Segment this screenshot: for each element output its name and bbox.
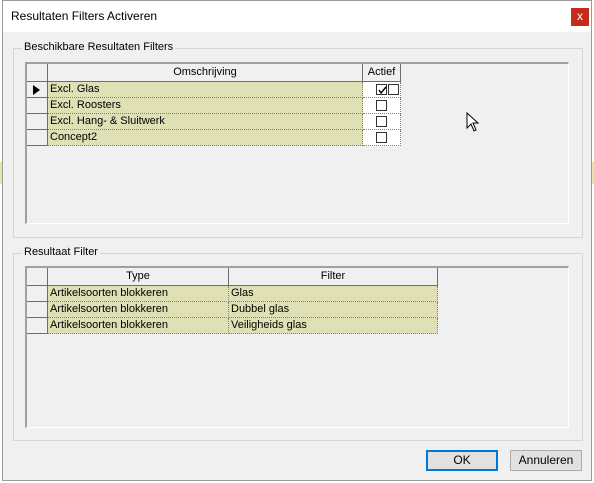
result-type[interactable]: Artikelsoorten blokkeren [48, 286, 229, 302]
checkmark-icon [378, 86, 387, 95]
grid-corner-header [27, 268, 48, 286]
result-filter[interactable]: Veiligheids glas [229, 318, 438, 334]
ok-button[interactable]: OK [426, 450, 498, 471]
active-checkbox[interactable] [376, 84, 387, 95]
grid-corner-header [27, 64, 48, 82]
result-type[interactable]: Artikelsoorten blokkeren [48, 302, 229, 318]
cancel-button[interactable]: Annuleren [510, 450, 582, 471]
filter-description[interactable]: Excl. Hang- & Sluitwerk [48, 114, 363, 130]
row-selector[interactable] [27, 82, 48, 98]
dialog-window: Resultaten Filters Activeren x Beschikba… [2, 0, 592, 481]
row-selector[interactable] [27, 286, 48, 302]
close-button[interactable]: x [571, 8, 589, 26]
row-selector[interactable] [27, 98, 48, 114]
result-type[interactable]: Artikelsoorten blokkeren [48, 318, 229, 334]
window-title: Resultaten Filters Activeren [11, 9, 158, 23]
active-checkbox-editor[interactable] [388, 84, 399, 95]
column-header-filter[interactable]: Filter [229, 268, 438, 286]
available-filters-label: Beschikbare Resultaten Filters [22, 41, 176, 53]
row-selector[interactable] [27, 302, 48, 318]
result-filter-label: Resultaat Filter [22, 246, 100, 258]
filter-active-cell[interactable] [363, 130, 401, 146]
row-selector[interactable] [27, 114, 48, 130]
triangle-right-icon [33, 85, 40, 95]
row-selector[interactable] [27, 318, 48, 334]
filter-active-cell[interactable] [363, 82, 401, 98]
filter-active-cell[interactable] [363, 98, 401, 114]
column-header-type[interactable]: Type [48, 268, 229, 286]
mouse-pointer-icon [466, 112, 480, 132]
row-selector[interactable] [27, 130, 48, 146]
result-filter[interactable]: Glas [229, 286, 438, 302]
column-header-actief[interactable]: Actief [363, 64, 401, 82]
active-checkbox[interactable] [376, 100, 387, 111]
filter-active-cell[interactable] [363, 114, 401, 130]
filter-description[interactable]: Concept2 [48, 130, 363, 146]
filter-description[interactable]: Excl. Roosters [48, 98, 363, 114]
filter-description[interactable]: Excl. Glas [48, 82, 363, 98]
filters-grid[interactable]: Omschrijving Actief Excl. Glas Excl. Roo… [25, 62, 569, 224]
active-checkbox[interactable] [376, 116, 387, 127]
active-checkbox[interactable] [376, 132, 387, 143]
result-filter-grid[interactable]: Type Filter Artikelsoorten blokkeren Gla… [25, 266, 569, 428]
result-filter[interactable]: Dubbel glas [229, 302, 438, 318]
title-bar: Resultaten Filters Activeren x [3, 1, 591, 32]
column-header-omschrijving[interactable]: Omschrijving [48, 64, 363, 82]
